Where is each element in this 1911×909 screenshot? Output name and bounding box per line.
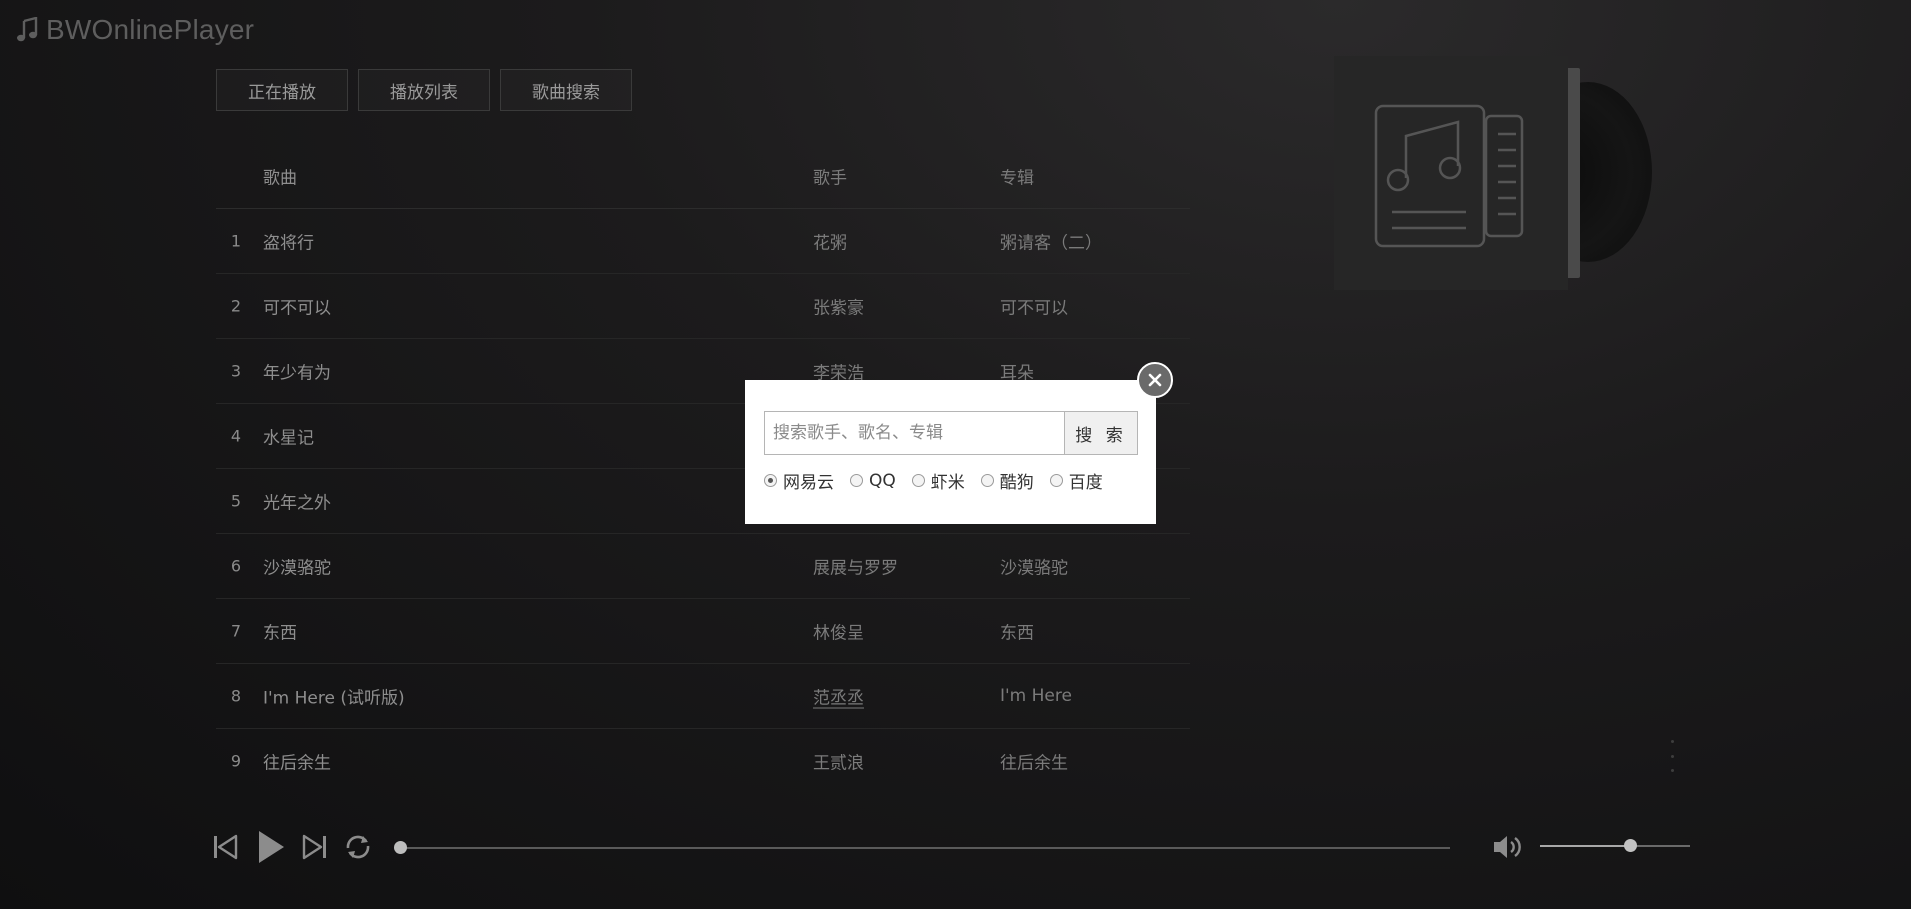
row-index: 6 xyxy=(230,556,242,576)
tab-song-search[interactable]: 歌曲搜索 xyxy=(500,69,632,111)
player-bar xyxy=(0,820,1911,880)
table-row[interactable]: 1 盗将行 花粥 粥请客（二） xyxy=(216,209,1190,274)
source-label: 百度 xyxy=(1068,473,1103,493)
row-index: 5 xyxy=(230,491,242,511)
music-note-icon xyxy=(17,17,38,42)
row-index: 9 xyxy=(230,751,242,771)
row-title[interactable]: 可不可以 xyxy=(263,294,331,319)
row-artist[interactable]: 王贰浪 xyxy=(813,749,864,774)
play-button[interactable] xyxy=(254,830,288,864)
source-kugou[interactable]: 酷狗 xyxy=(980,468,1034,493)
radio-baidu[interactable] xyxy=(1049,474,1063,487)
vinyl-edge xyxy=(1566,68,1580,278)
row-index: 1 xyxy=(230,231,242,251)
row-title[interactable]: 东西 xyxy=(263,619,297,644)
source-netease[interactable]: 网易云 xyxy=(764,468,834,493)
row-album[interactable]: 可不可以 xyxy=(1000,294,1068,319)
radio-kugou[interactable] xyxy=(980,474,994,487)
row-artist[interactable]: 林俊呈 xyxy=(813,619,864,644)
table-row[interactable]: 6 沙漠骆驼 展展与罗罗 沙漠骆驼 xyxy=(216,534,1190,599)
source-label: 虾米 xyxy=(930,473,965,493)
volume-slider[interactable] xyxy=(1540,845,1690,847)
table-header: 歌曲 歌手 专辑 xyxy=(216,144,1190,209)
header-album: 专辑 xyxy=(1000,168,1034,189)
search-button[interactable]: 搜 索 xyxy=(1064,411,1138,455)
table-row[interactable]: 7 东西 林俊呈 东西 xyxy=(216,599,1190,664)
skip-back-icon xyxy=(214,834,238,860)
more-vertical-icon[interactable] xyxy=(1665,740,1679,772)
radio-xiami[interactable] xyxy=(911,474,925,487)
table-row[interactable]: 9 往后余生 王贰浪 往后余生 xyxy=(216,729,1190,793)
source-label: 网易云 xyxy=(783,473,834,493)
source-qq[interactable]: QQ xyxy=(850,471,896,491)
row-title[interactable]: 盗将行 xyxy=(263,229,314,254)
volume-button[interactable] xyxy=(1492,830,1524,864)
table-row[interactable]: 2 可不可以 张紫豪 可不可以 xyxy=(216,274,1190,339)
source-xiami[interactable]: 虾米 xyxy=(911,468,965,493)
source-label: 酷狗 xyxy=(999,473,1034,493)
volume-handle[interactable] xyxy=(1624,839,1637,852)
play-icon xyxy=(259,831,284,863)
row-title[interactable]: 年少有为 xyxy=(263,359,331,384)
row-title[interactable]: I'm Here (试听版) xyxy=(263,684,405,709)
tab-bar: 正在播放 播放列表 歌曲搜索 xyxy=(216,69,632,111)
source-radio-group: 网易云 QQ 虾米 酷狗 百度 xyxy=(764,468,1119,493)
search-bar: 搜 索 xyxy=(764,411,1138,455)
music-sheet-icon xyxy=(1374,104,1524,248)
app-title: BWOnlinePlayer xyxy=(16,12,254,48)
source-label: QQ xyxy=(869,470,896,491)
tab-playlist[interactable]: 播放列表 xyxy=(358,69,490,111)
header-artist: 歌手 xyxy=(813,168,847,189)
close-icon xyxy=(1148,373,1162,387)
row-album[interactable]: 沙漠骆驼 xyxy=(1000,554,1068,579)
progress-bar[interactable] xyxy=(400,847,1450,849)
repeat-icon xyxy=(346,835,370,859)
row-index: 2 xyxy=(230,296,242,316)
row-index: 4 xyxy=(230,426,242,446)
loop-button[interactable] xyxy=(343,830,373,864)
row-title[interactable]: 光年之外 xyxy=(263,489,331,514)
source-baidu[interactable]: 百度 xyxy=(1049,468,1103,493)
row-artist-link[interactable]: 范丞丞 xyxy=(813,684,864,709)
row-index: 7 xyxy=(230,621,242,641)
progress-handle[interactable] xyxy=(394,841,407,854)
skip-forward-icon xyxy=(302,834,326,860)
row-artist[interactable]: 张紫豪 xyxy=(813,294,864,319)
row-album[interactable]: 往后余生 xyxy=(1000,749,1068,774)
row-index: 3 xyxy=(230,361,242,381)
row-title[interactable]: 往后余生 xyxy=(263,749,331,774)
volume-fill xyxy=(1540,845,1630,847)
table-row[interactable]: 8 I'm Here (试听版) 范丞丞 I'm Here xyxy=(216,664,1190,729)
row-album[interactable]: 东西 xyxy=(1000,619,1034,644)
row-album[interactable]: I'm Here xyxy=(1000,686,1072,706)
row-album[interactable]: 粥请客（二） xyxy=(1000,229,1102,254)
close-dialog-button[interactable] xyxy=(1137,362,1173,398)
row-index: 8 xyxy=(230,686,242,706)
search-dialog: 搜 索 网易云 QQ 虾米 酷狗 百度 xyxy=(745,380,1156,524)
row-title[interactable]: 沙漠骆驼 xyxy=(263,554,331,579)
row-artist[interactable]: 展展与罗罗 xyxy=(813,554,898,579)
row-artist[interactable]: 花粥 xyxy=(813,229,847,254)
previous-button[interactable] xyxy=(210,830,240,864)
tab-now-playing[interactable]: 正在播放 xyxy=(216,69,348,111)
row-title[interactable]: 水星记 xyxy=(263,424,314,449)
volume-icon xyxy=(1494,836,1521,858)
radio-qq[interactable] xyxy=(850,474,863,487)
search-input[interactable] xyxy=(764,411,1064,455)
album-art xyxy=(1334,56,1652,290)
header-title: 歌曲 xyxy=(263,168,297,189)
radio-netease[interactable] xyxy=(764,474,777,487)
next-button[interactable] xyxy=(300,830,330,864)
app-title-text: BWOnlinePlayer xyxy=(46,14,255,45)
